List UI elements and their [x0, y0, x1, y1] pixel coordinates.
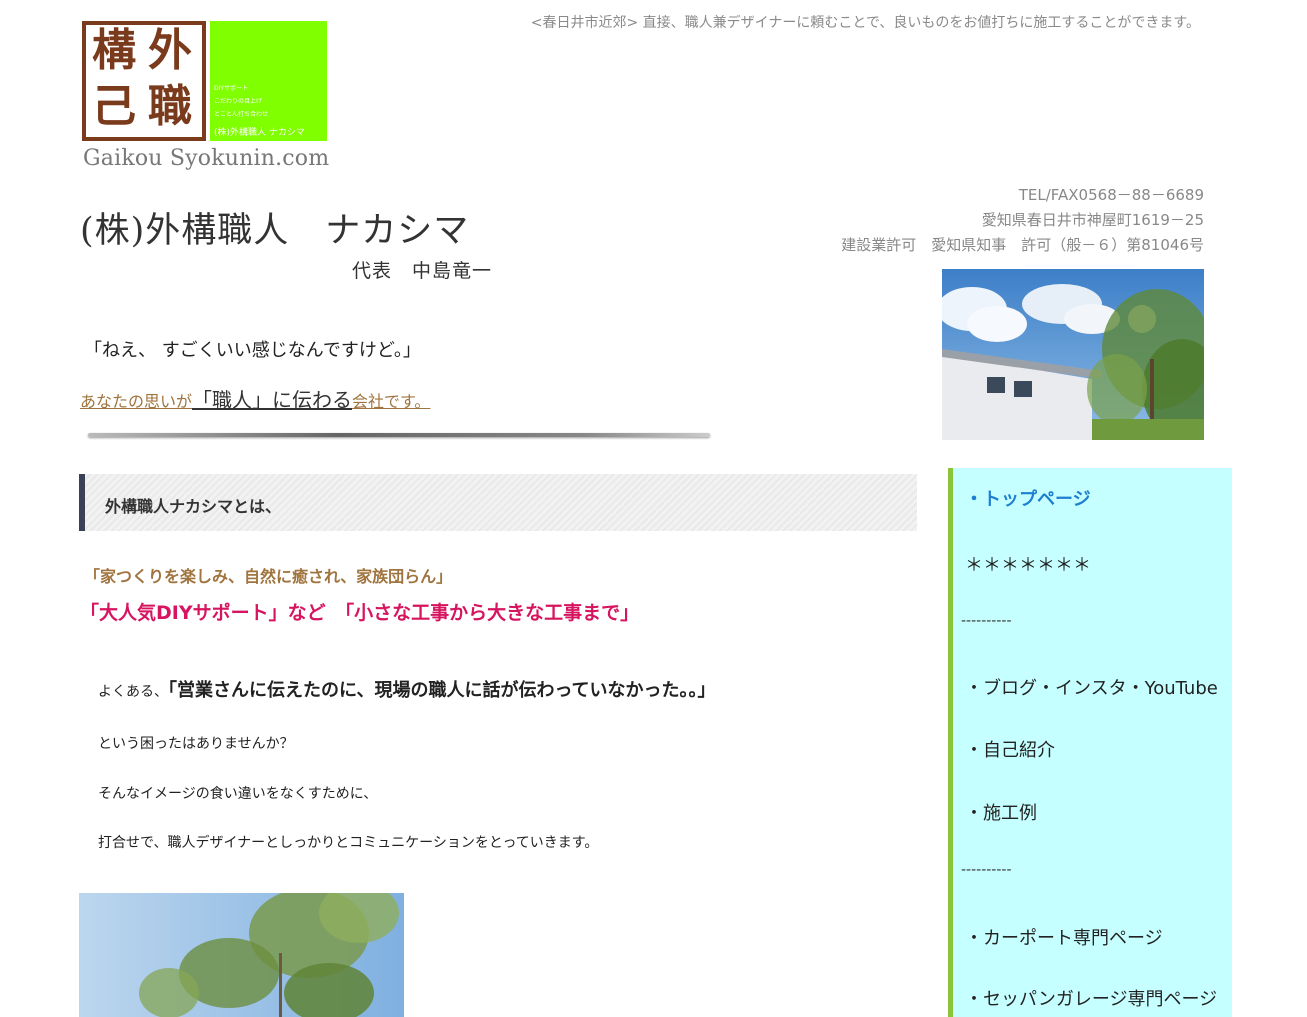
paragraph-1-emphasis: 「営業さんに伝えたのに、現場の職人に話が伝わっていなかった。。」 [168, 680, 716, 701]
logo-green-line-2: こだわりの目上げ [214, 98, 263, 105]
seal-glyph-1: 構 [92, 25, 136, 76]
sidebar-item-works[interactable]: ・施工例 [965, 799, 1037, 825]
paragraph-1-prefix: よくある、 [98, 684, 168, 700]
representative-name: 代表 中島竜一 [352, 260, 493, 282]
paragraph-1: よくある、「営業さんに伝えたのに、現場の職人に話が伝わっていなかった。。」 [98, 676, 716, 702]
sidebar-item-profile[interactable]: ・自己紹介 [965, 736, 1055, 762]
logo-green-line-3: とことん打ち合わせ [214, 111, 269, 118]
sidebar-separator-dash-2: ---------- [961, 862, 1012, 878]
slogan-part-1: あなたの思いが [80, 392, 193, 411]
contact-tel: TEL/FAX0568－88－6689 [1018, 186, 1204, 204]
lead-text-1: 「家つくりを楽しみ、自然に癒され、家族団らん」 [84, 567, 453, 586]
slogan-part-3: 会社です。 [352, 392, 431, 411]
sidebar-separator-stars: ＊＊＊＊＊＊＊ [965, 555, 1091, 576]
contact-info: TEL/FAX0568－88－6689 愛知県春日井市神屋町1619－25 建設… [841, 183, 1204, 258]
seal-glyph-3: 己 [92, 81, 136, 132]
company-name: (株)外構職人 ナカシマ [80, 211, 470, 251]
contact-address: 愛知県春日井市神屋町1619－25 [981, 211, 1204, 229]
sidebar-item-blog[interactable]: ・ブログ・インスタ・YouTube [965, 674, 1218, 700]
seal-glyph-2: 外 [148, 25, 192, 76]
sidebar-nav: ・トップページ ＊＊＊＊＊＊＊ ---------- ・ブログ・インスタ・You… [948, 468, 1232, 1017]
header-tagline: <春日井市近郊> 直接、職人兼デザイナーに頼むことで、良いものをお値打ちに施工す… [530, 15, 1200, 31]
section-heading-text: 外構職人ナカシマとは、 [105, 497, 282, 516]
lead-text-2: 「大人気DIYサポート」など 「小さな工事から大きな工事まで」 [80, 602, 640, 624]
hero-quote: 「ねえ、 すごくいい感じなんですけど。」 [84, 340, 421, 361]
logo-green-panel: DIYサポート こだわりの目上げ とことん打ち合わせ (株)外構職人 ナカシマ [210, 21, 327, 141]
paragraph-4: 打合せで、職人デザイナーとしっかりとコミュニケーションをとっていきます。 [98, 835, 599, 851]
slogan-part-2: 「職人」に伝わる [192, 388, 353, 412]
sidebar-separator-dash-1: ---------- [961, 613, 1012, 629]
paragraph-2: という困ったはありませんか？ [98, 736, 294, 752]
seal-glyph-4: 職 [148, 81, 192, 132]
logo-green-line-1: DIYサポート [214, 85, 249, 92]
logo-green-brand: (株)外構職人 ナカシマ [214, 128, 305, 138]
contact-license: 建設業許可 愛知県知事 許可（般－６）第81046号 [841, 236, 1204, 254]
sidebar-item-carport[interactable]: ・カーポート専門ページ [965, 924, 1163, 950]
logo-seal[interactable]: 構 外 己 職 [82, 21, 206, 141]
sidebar-item-garage[interactable]: ・セッパンガレージ専門ページ [965, 985, 1217, 1011]
hero-slogan: あなたの思いが「職人」に伝わる会社です。 [80, 384, 430, 413]
divider-line [88, 433, 710, 437]
paragraph-3: そんなイメージの食い違いをなくすために、 [98, 786, 378, 802]
content-photo [79, 893, 404, 1017]
hero-photo [942, 269, 1204, 440]
section-heading: 外構職人ナカシマとは、 [79, 474, 917, 531]
logo-text: Gaikou Syokunin.com [83, 146, 330, 171]
sidebar-item-top-page[interactable]: ・トップページ [965, 485, 1091, 511]
